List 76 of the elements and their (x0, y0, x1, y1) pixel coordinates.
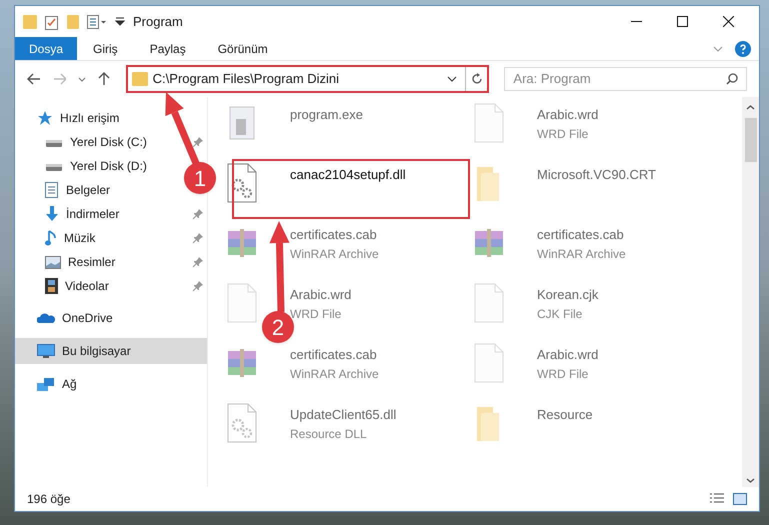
item-count: 196 öğe (27, 491, 70, 508)
address-bar[interactable]: C:\Program Files\Program Dizini (126, 65, 490, 93)
blank-file-icon (473, 283, 505, 323)
sidebar-item[interactable]: OneDrive (15, 306, 207, 330)
scrollbar-thumb[interactable] (744, 118, 756, 162)
file-name[interactable]: certificates.cab (537, 225, 624, 244)
network-icon (37, 376, 55, 392)
up-arrow-icon[interactable] (98, 72, 110, 86)
sidebar-item[interactable]: Videolar (15, 274, 207, 298)
film-icon (45, 278, 58, 294)
sidebar-item[interactable]: Bu bilgisayar (15, 338, 207, 364)
file-type: WinRAR Archive (537, 246, 626, 262)
file-name[interactable]: program.exe (290, 105, 363, 124)
monitor-icon (37, 344, 55, 358)
folder-icon (23, 14, 37, 28)
blank-file-icon (473, 103, 505, 143)
file-type: CJK File (537, 306, 582, 322)
minimize-icon (630, 20, 642, 22)
search-field[interactable]: Ara: Program (504, 67, 747, 91)
file-type: WRD File (537, 126, 588, 142)
search-input[interactable]: Ara: Program (513, 69, 726, 89)
file-type: Resource DLL (290, 426, 367, 442)
file-name[interactable]: canac2104setupf.dll (290, 165, 406, 184)
back-arrow-icon[interactable] (27, 73, 41, 85)
download-arrow-icon (45, 206, 59, 222)
picture-icon (45, 256, 61, 268)
sidebar-item[interactable]: İndirmeler (15, 202, 207, 226)
file-name[interactable]: Arabic.wrd (537, 345, 598, 364)
close-icon (722, 16, 734, 27)
sidebar-item[interactable]: Hızlı erişim (15, 106, 207, 130)
help-icon[interactable] (735, 40, 751, 56)
file-name[interactable]: certificates.cab (290, 225, 377, 244)
file-name[interactable]: Resource (537, 405, 593, 424)
document-icon (45, 182, 59, 198)
scrollbar[interactable] (742, 97, 759, 487)
file-name[interactable]: Korean.cjk (537, 285, 598, 304)
file-type: WinRAR Archive (290, 246, 379, 262)
folder-icon (67, 14, 79, 28)
file-name[interactable]: certificates.cab (290, 345, 377, 364)
sidebar-item[interactable]: Resimler (15, 250, 207, 274)
folder-icon (132, 72, 148, 86)
ribbon-tab[interactable]: Dosya (15, 37, 78, 60)
sidebar-item[interactable]: Müzik (15, 226, 207, 250)
large-icons-view-icon[interactable] (733, 493, 747, 505)
search-icon (726, 73, 738, 85)
ribbon-tab[interactable]: Giriş (77, 37, 134, 60)
file-name[interactable]: UpdateClient65.dll (290, 405, 396, 424)
music-note-icon (45, 230, 57, 246)
ribbon-tab[interactable]: Paylaş (134, 37, 202, 60)
sidebar-item[interactable]: Yerel Disk (C:) (15, 130, 207, 154)
file-type: WinRAR Archive (290, 366, 379, 382)
file-name[interactable]: Arabic.wrd (290, 285, 352, 304)
chevron-up-icon[interactable] (746, 105, 755, 110)
ribbon-tab[interactable]: Görünüm (202, 37, 284, 60)
cloud-icon (37, 312, 55, 324)
file-name[interactable]: Microsoft.VC90.CRT (537, 165, 656, 184)
details-view-icon[interactable] (709, 493, 725, 505)
checklist-icon (45, 14, 59, 30)
blank-file-icon (226, 283, 258, 323)
chevron-down-icon[interactable] (447, 76, 458, 82)
properties-icon (87, 14, 107, 28)
star-icon (37, 110, 53, 126)
sidebar-item[interactable]: Ağ (15, 372, 207, 396)
blank-file-icon (473, 343, 505, 383)
customize-arrow-icon (115, 16, 125, 26)
sidebar-item[interactable]: Belgeler (15, 178, 114, 202)
maximize-icon (676, 16, 688, 27)
gear-file-icon (226, 403, 258, 443)
sidebar-item[interactable]: Yerel Disk (D:) (15, 154, 151, 178)
file-type: WRD File (537, 366, 588, 382)
address-path: C:\Program Files\Program Dizini (152, 70, 340, 88)
refresh-icon[interactable] (470, 73, 483, 85)
window-title: Program (133, 12, 183, 31)
file-name[interactable]: Arabic.wrd (537, 105, 598, 124)
chevron-down-icon[interactable] (746, 478, 755, 483)
gear-file-icon (226, 163, 258, 203)
